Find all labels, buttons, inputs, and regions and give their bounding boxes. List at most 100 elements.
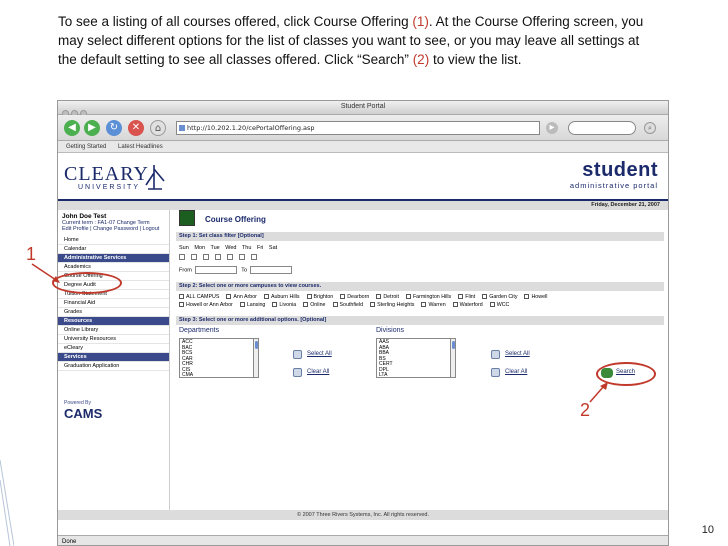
campus-label: Lansing xyxy=(246,302,266,308)
campus-label: Ann Arbor xyxy=(233,294,257,300)
browser-search-input[interactable] xyxy=(568,121,636,135)
magnifier-icon[interactable]: ⌕ xyxy=(644,122,656,134)
campus-checkbox[interactable] xyxy=(226,294,232,300)
sidebar-nav: Home Calendar Administrative Services Acade… xyxy=(58,236,169,371)
back-arrow-icon[interactable]: ◀ xyxy=(64,120,80,136)
campus-label: Auburn Hills xyxy=(270,294,300,300)
campus-checkbox[interactable] xyxy=(179,302,184,308)
campus-option[interactable]: ALL CAMPUS xyxy=(179,294,219,300)
campus-option[interactable]: Howell xyxy=(524,294,547,300)
sidebar-item-online-library[interactable]: Online Library xyxy=(58,326,169,335)
campus-option[interactable]: Dearborn xyxy=(340,294,369,300)
campus-option[interactable]: Flint xyxy=(458,294,475,300)
go-icon[interactable]: ▸ xyxy=(546,122,558,134)
search-highlight xyxy=(596,362,656,386)
sidebar-item-home[interactable]: Home xyxy=(58,236,169,245)
from-select[interactable] xyxy=(194,266,237,274)
campus-label: Online xyxy=(310,302,326,308)
campus-checkbox[interactable] xyxy=(482,294,488,300)
campus-checkbox[interactable] xyxy=(421,302,427,308)
slide-number: 10 xyxy=(701,524,714,536)
divisions-clear-all[interactable]: Clear All xyxy=(505,369,527,375)
campus-option[interactable]: Warren xyxy=(421,302,446,308)
departments-scrollbar[interactable] xyxy=(253,338,259,378)
campus-checkbox[interactable] xyxy=(332,302,338,308)
campus-checkbox[interactable] xyxy=(306,294,312,300)
sidebar-item-academics[interactable]: Academics xyxy=(58,263,169,272)
day-checkbox[interactable] xyxy=(191,254,197,260)
campus-option[interactable]: WCC xyxy=(489,302,509,308)
campus-label: Farmington Hills xyxy=(412,294,452,300)
departments-listbox[interactable]: ACC BAC BCS CAR CHR CIS CMA xyxy=(179,338,259,378)
campus-option[interactable]: Detroit xyxy=(376,294,399,300)
day-checkbox[interactable] xyxy=(179,254,185,260)
copyright-text: © 2007 Three Rivers Systems, Inc. All ri… xyxy=(296,512,430,518)
sidebar-item-calendar[interactable]: Calendar xyxy=(58,245,169,254)
campus-checkbox[interactable] xyxy=(263,294,269,300)
campus-checkbox[interactable] xyxy=(489,302,495,308)
campus-checkbox[interactable] xyxy=(303,302,309,308)
campus-label: Waterford xyxy=(459,302,483,308)
cams-logo: Powered By CAMS xyxy=(64,400,102,421)
campus-option[interactable]: Howell or Ann Arbor xyxy=(179,302,233,308)
list-item[interactable]: LTA xyxy=(379,372,453,377)
campus-option[interactable]: Lansing xyxy=(239,302,266,308)
sidebar-item-ecleary[interactable]: eCleary xyxy=(58,344,169,353)
stop-icon[interactable]: ✕ xyxy=(128,120,144,136)
campus-checkbox[interactable] xyxy=(524,294,530,300)
instruction-ref-1: (1) xyxy=(412,14,429,29)
campus-line: Howell or Ann Arbor Lansing Livonia Online S… xyxy=(179,301,663,309)
campus-option[interactable]: Garden City xyxy=(482,294,517,300)
campus-checkbox[interactable] xyxy=(405,294,411,300)
campus-option[interactable]: Waterford xyxy=(452,302,483,308)
divisions-scrollbar[interactable] xyxy=(450,338,456,378)
instruction-part-3: to view the list. xyxy=(429,52,522,67)
sidebar-item-financial-aid[interactable]: Financial Aid xyxy=(58,299,169,308)
campus-option[interactable]: Livonia xyxy=(272,302,296,308)
campus-checkbox[interactable] xyxy=(272,302,278,308)
home-icon[interactable]: ⌂ xyxy=(150,120,166,136)
departments-clear-all[interactable]: Clear All xyxy=(307,369,329,375)
step2-header: Step 2: Select one or more campuses to v… xyxy=(176,282,664,291)
campus-checkbox[interactable] xyxy=(179,294,184,300)
campus-checkbox[interactable] xyxy=(458,294,464,300)
sidebar-item-grades[interactable]: Grades xyxy=(58,308,169,317)
departments-select-all[interactable]: Select All xyxy=(307,351,332,357)
portal-footer: © 2007 Three Rivers Systems, Inc. All ri… xyxy=(58,510,668,520)
campus-option[interactable]: Ann Arbor xyxy=(226,294,257,300)
cleary-logo-sub: UNIVERSITY xyxy=(78,184,141,191)
campus-checkbox[interactable] xyxy=(370,302,376,308)
campus-checkbox[interactable] xyxy=(340,294,346,300)
campus-option[interactable]: Sterling Heights xyxy=(370,302,414,308)
campus-checkbox[interactable] xyxy=(376,294,382,300)
divisions-listbox[interactable]: AAS ABA BBA BS CERT DPL LTA xyxy=(376,338,456,378)
reload-icon[interactable]: ↻ xyxy=(106,120,122,136)
day-checkbox[interactable] xyxy=(239,254,245,260)
campus-checkbox[interactable] xyxy=(452,302,458,308)
forward-arrow-icon[interactable]: ▶ xyxy=(84,120,100,136)
bookmark-getting-started[interactable]: Getting Started xyxy=(66,144,106,150)
bookmarks-bar: Getting Started Latest Headlines xyxy=(58,141,668,153)
campus-checkbox[interactable] xyxy=(239,302,245,308)
divisions-select-all[interactable]: Select All xyxy=(505,351,530,357)
day-checkbox[interactable] xyxy=(227,254,233,260)
list-item[interactable]: CMA xyxy=(182,372,256,377)
to-select[interactable] xyxy=(250,266,293,274)
sidebar-item-university-resources[interactable]: University Resources xyxy=(58,335,169,344)
campus-option[interactable]: Brighton xyxy=(306,294,333,300)
campus-option[interactable]: Farmington Hills xyxy=(405,294,452,300)
campus-option[interactable]: Southfield xyxy=(332,302,363,308)
clear-all-icon xyxy=(293,368,302,377)
address-bar[interactable]: http://10.202.1.20/cePortalOffering.asp xyxy=(176,121,540,135)
day-checkbox[interactable] xyxy=(215,254,221,260)
day-checkbox[interactable] xyxy=(251,254,257,260)
day-checkbox[interactable] xyxy=(203,254,209,260)
bookmark-latest-headlines[interactable]: Latest Headlines xyxy=(118,144,163,150)
day-wed: Wed xyxy=(225,245,237,251)
campus-option[interactable]: Auburn Hills xyxy=(263,294,300,300)
campus-label: Dearborn xyxy=(347,294,370,300)
campus-option[interactable]: Online xyxy=(303,302,326,308)
sidebar-item-graduation-application[interactable]: Graduation Application xyxy=(58,362,169,371)
browser-titlebar: Student Portal xyxy=(58,101,668,117)
profile-links[interactable]: Edit Profile | Change Password | Logout xyxy=(58,226,169,232)
